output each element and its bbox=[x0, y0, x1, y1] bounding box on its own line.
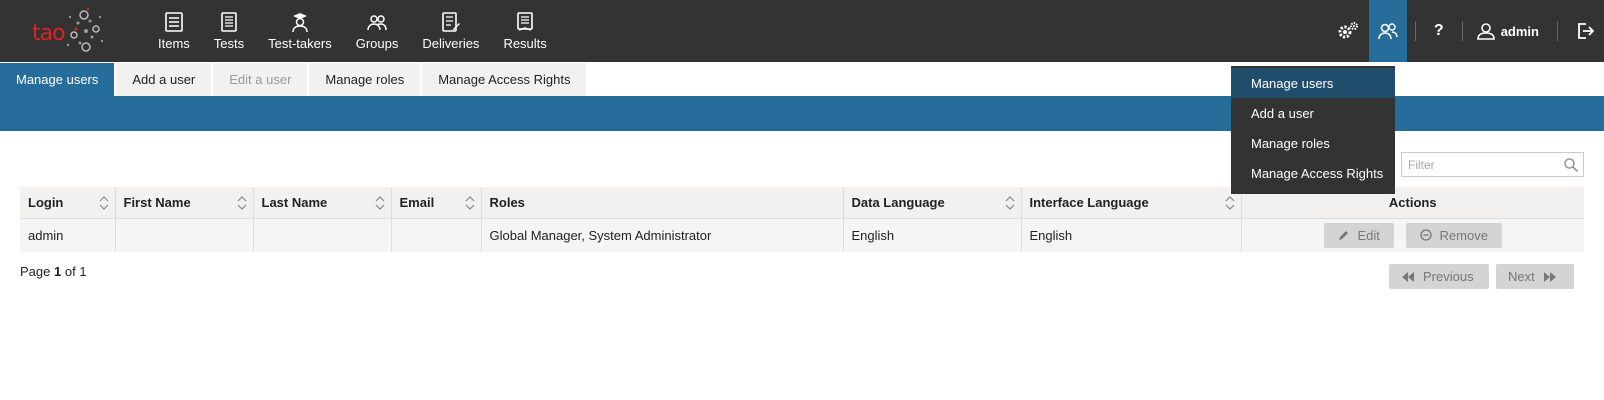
sort-icon bbox=[465, 196, 474, 210]
total-pages: 1 bbox=[79, 264, 87, 279]
col-header-email[interactable]: Email bbox=[391, 187, 482, 219]
results-icon bbox=[517, 12, 533, 31]
items-icon bbox=[165, 12, 183, 32]
nav-test-takers[interactable]: Test-takers bbox=[256, 0, 344, 62]
dropdown-item-manage-access-rights[interactable]: Manage Access Rights bbox=[1231, 158, 1395, 188]
previous-button[interactable]: Previous bbox=[1389, 264, 1489, 289]
nav-groups-label: Groups bbox=[355, 36, 399, 51]
double-chevron-left-icon bbox=[1402, 271, 1414, 282]
tab-manage-access-rights[interactable]: Manage Access Rights bbox=[422, 63, 587, 96]
previous-label: Previous bbox=[1423, 269, 1474, 284]
right-nav: ? admin bbox=[1327, 0, 1604, 62]
cell-email bbox=[391, 218, 482, 252]
username-label: admin bbox=[1500, 23, 1539, 39]
nav-separator bbox=[1414, 21, 1416, 41]
next-button[interactable]: Next bbox=[1496, 264, 1574, 289]
table-row: admin Global Manager, System Administrat… bbox=[20, 218, 1584, 252]
cell-data-language: English bbox=[843, 218, 1022, 252]
nav-items[interactable]: Items bbox=[146, 0, 202, 62]
page-of: of bbox=[64, 264, 76, 279]
search-icon[interactable] bbox=[1563, 157, 1579, 173]
col-actions-label: Actions bbox=[1388, 194, 1437, 210]
user-management-dropdown: Manage users Add a user Manage roles Man… bbox=[1231, 66, 1395, 194]
filter-input[interactable] bbox=[1402, 153, 1552, 176]
col-header-login[interactable]: Login bbox=[20, 187, 116, 219]
pagination-status: Page 1 of 1 bbox=[20, 264, 87, 279]
main-nav: Items Tests Test-takers Groups Deliverie… bbox=[146, 0, 559, 62]
col-header-roles: Roles bbox=[481, 187, 844, 219]
logo-text: tao bbox=[32, 21, 66, 46]
remove-button-label: Remove bbox=[1439, 227, 1488, 243]
sort-icon bbox=[99, 196, 108, 210]
nav-results[interactable]: Results bbox=[491, 0, 558, 62]
gears-icon bbox=[1338, 22, 1358, 39]
test-takers-icon bbox=[292, 13, 308, 33]
filter-box bbox=[1401, 152, 1584, 177]
nav-deliveries[interactable]: Deliveries bbox=[410, 0, 491, 62]
section-tabs: Manage users Add a user Edit a user Mana… bbox=[0, 63, 588, 96]
col-interface-language-label: Interface Language bbox=[1029, 194, 1149, 210]
col-login-label: Login bbox=[28, 194, 64, 210]
user-account-button[interactable]: admin bbox=[1471, 0, 1549, 62]
dropdown-item-manage-users[interactable]: Manage users bbox=[1231, 68, 1395, 98]
tab-edit-user: Edit a user bbox=[213, 63, 308, 96]
user-icon bbox=[1476, 23, 1495, 40]
settings-button[interactable] bbox=[1327, 0, 1369, 62]
nav-groups[interactable]: Groups bbox=[344, 0, 411, 62]
logout-icon bbox=[1578, 23, 1594, 39]
col-roles-label: Roles bbox=[489, 194, 525, 210]
sort-icon bbox=[1005, 196, 1014, 210]
col-data-language-label: Data Language bbox=[851, 194, 945, 210]
col-email-label: Email bbox=[399, 194, 435, 210]
edit-button-label: Edit bbox=[1357, 227, 1380, 243]
col-first-name-label: First Name bbox=[123, 194, 191, 210]
nav-tests-label: Tests bbox=[213, 36, 245, 51]
col-header-last-name[interactable]: Last Name bbox=[253, 187, 392, 219]
remove-icon bbox=[1419, 229, 1432, 241]
cell-actions: Edit Remove bbox=[1241, 218, 1584, 252]
current-page: 1 bbox=[54, 264, 62, 279]
nav-separator bbox=[1461, 21, 1463, 41]
sort-icon bbox=[375, 196, 384, 210]
users-icon bbox=[1377, 23, 1398, 40]
double-chevron-right-icon bbox=[1543, 271, 1556, 282]
nav-items-label: Items bbox=[158, 36, 190, 51]
tab-add-user[interactable]: Add a user bbox=[116, 63, 212, 96]
user-management-button[interactable] bbox=[1368, 0, 1407, 62]
cell-last-name bbox=[253, 218, 392, 252]
tab-manage-users[interactable]: Manage users bbox=[0, 63, 115, 96]
nav-tests[interactable]: Tests bbox=[202, 0, 256, 62]
nav-test-takers-label: Test-takers bbox=[268, 36, 332, 51]
tab-manage-roles[interactable]: Manage roles bbox=[309, 63, 421, 96]
tests-icon bbox=[221, 12, 237, 32]
deliveries-icon bbox=[442, 12, 460, 32]
pencil-icon bbox=[1338, 231, 1348, 241]
nav-deliveries-label: Deliveries bbox=[422, 36, 480, 51]
tao-logo[interactable]: tao bbox=[26, 5, 106, 55]
sort-icon bbox=[1225, 196, 1234, 210]
dropdown-item-manage-roles[interactable]: Manage roles bbox=[1231, 128, 1395, 158]
help-button[interactable]: ? bbox=[1424, 0, 1454, 62]
remove-button[interactable]: Remove bbox=[1405, 222, 1502, 248]
edit-button[interactable]: Edit bbox=[1323, 222, 1394, 248]
top-bar: tao Items Tests Test-takers Groups Deliv… bbox=[0, 0, 1604, 62]
nav-results-label: Results bbox=[503, 36, 547, 51]
next-label: Next bbox=[1508, 269, 1535, 284]
cell-first-name bbox=[115, 218, 254, 252]
cell-login: admin bbox=[20, 218, 116, 252]
sort-icon bbox=[237, 196, 246, 210]
col-header-first-name[interactable]: First Name bbox=[115, 187, 254, 219]
dropdown-item-add-user[interactable]: Add a user bbox=[1231, 98, 1395, 128]
logout-button[interactable] bbox=[1566, 0, 1604, 62]
nav-separator bbox=[1557, 21, 1558, 41]
cell-roles: Global Manager, System Administrator bbox=[481, 218, 844, 252]
groups-icon bbox=[367, 15, 387, 31]
col-header-interface-language[interactable]: Interface Language bbox=[1021, 187, 1242, 219]
users-table: Login First Name Last Name Email Roles D… bbox=[20, 187, 1584, 252]
cell-interface-language: English bbox=[1021, 218, 1242, 252]
page-prefix: Page bbox=[20, 264, 51, 279]
col-last-name-label: Last Name bbox=[261, 194, 328, 210]
col-header-data-language[interactable]: Data Language bbox=[843, 187, 1022, 219]
